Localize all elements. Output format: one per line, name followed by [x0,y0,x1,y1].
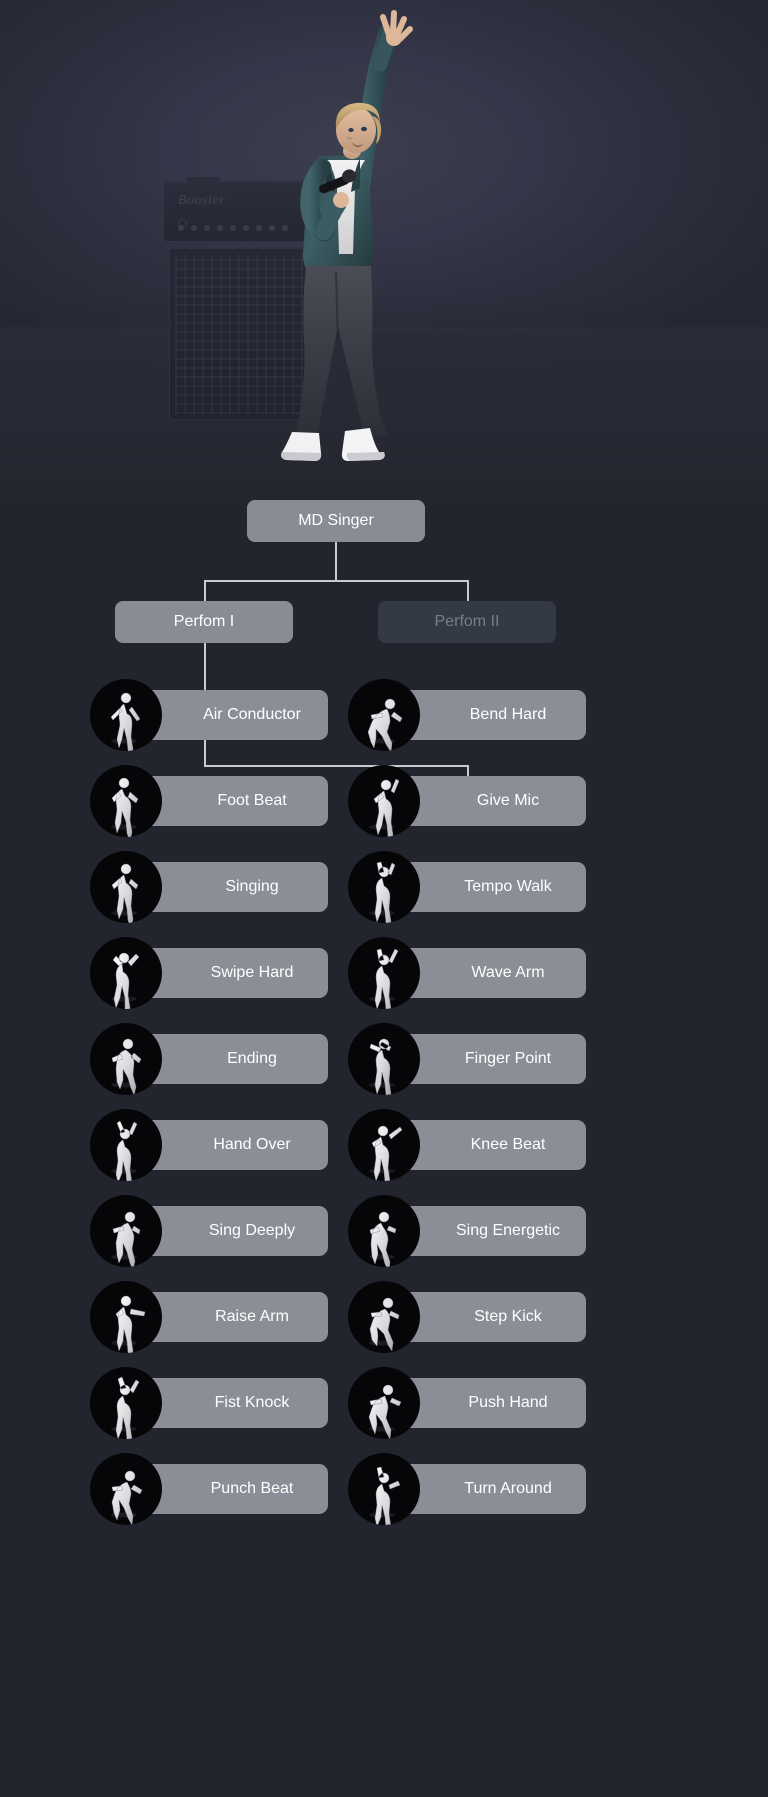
pose-wave-arm-icon[interactable] [348,937,420,1009]
action-button-raise-arm[interactable]: Raise Arm [90,1281,328,1353]
pose-finger-point-icon[interactable] [348,1023,420,1095]
tree-node-perfom-2-label: Perfom II [434,613,500,630]
action-button-ending[interactable]: Ending [90,1023,328,1095]
action-button-finger-point[interactable]: Finger Point [348,1023,586,1095]
action-label: Fist Knock [214,1394,290,1411]
action-label: Singing [225,878,279,895]
action-button-push-hand[interactable]: Push Hand [348,1367,586,1439]
action-button-sing-deeply[interactable]: Sing Deeply [90,1195,328,1267]
action-button-tempo-walk[interactable]: Tempo Walk [348,851,586,923]
pose-sing-deeply-icon[interactable] [90,1195,162,1267]
action-row: Foot Beat Give Mic [0,765,768,837]
action-row: Air Conductor Bend Hard [0,679,768,751]
pose-turn-around-icon[interactable] [348,1453,420,1525]
pose-push-hand-icon[interactable] [348,1367,420,1439]
tree-node-root[interactable]: MD Singer [247,500,425,542]
action-label: Ending [227,1050,277,1067]
connector-root-down [335,542,337,580]
pose-give-mic-icon[interactable] [348,765,420,837]
action-label: Sing Energetic [455,1222,561,1239]
action-label: Hand Over [213,1136,291,1153]
action-label: Step Kick [474,1308,542,1325]
action-label: Punch Beat [210,1480,294,1497]
action-label: Bend Hard [469,706,547,723]
pose-ending-icon[interactable] [90,1023,162,1095]
action-label: Turn Around [464,1480,552,1497]
action-row: Sing Deeply Sing Energetic [0,1195,768,1267]
action-button-turn-around[interactable]: Turn Around [348,1453,586,1525]
skill-tree-panel: MD Singer Perfom I Perfom II Air Conduct… [0,470,768,1797]
amplifier-brand-label: Booster [178,193,226,208]
action-button-swipe-hard[interactable]: Swipe Hard [90,937,328,1009]
pose-foot-beat-icon[interactable] [90,765,162,837]
action-button-step-kick[interactable]: Step Kick [348,1281,586,1353]
action-button-fist-knock[interactable]: Fist Knock [90,1367,328,1439]
action-label: Push Hand [468,1394,548,1411]
tree-node-perfom-1-label: Perfom I [173,613,235,630]
action-button-give-mic[interactable]: Give Mic [348,765,586,837]
hero-preview: Booster [0,0,768,500]
pose-fist-knock-icon[interactable] [90,1367,162,1439]
tree-node-root-label: MD Singer [298,512,374,529]
action-label: Raise Arm [215,1308,289,1325]
pose-hand-over-icon[interactable] [90,1109,162,1181]
action-label: Air Conductor [203,706,301,723]
action-row: Fist Knock Push Hand [0,1367,768,1439]
action-button-hand-over[interactable]: Hand Over [90,1109,328,1181]
stage-background: Booster [0,0,768,500]
action-label: Finger Point [464,1050,552,1067]
pose-swipe-hard-icon[interactable] [90,937,162,1009]
action-label: Tempo Walk [464,878,552,895]
action-button-punch-beat[interactable]: Punch Beat [90,1453,328,1525]
action-row: Raise Arm Step Kick [0,1281,768,1353]
action-label: Foot Beat [217,792,287,809]
singer-figure-icon [281,10,413,461]
action-label: Sing Deeply [208,1222,296,1239]
action-button-singing[interactable]: Singing [90,851,328,923]
action-button-knee-beat[interactable]: Knee Beat [348,1109,586,1181]
pose-singing-icon[interactable] [90,851,162,923]
app-root: Booster MD Singer Perfom I Perfom II Air… [0,0,768,1797]
pose-air-conductor-icon[interactable] [90,679,162,751]
action-button-wave-arm[interactable]: Wave Arm [348,937,586,1009]
action-button-foot-beat[interactable]: Foot Beat [90,765,328,837]
tree-node-perfom-1[interactable]: Perfom I [115,601,293,643]
action-button-sing-energetic[interactable]: Sing Energetic [348,1195,586,1267]
action-label: Knee Beat [470,1136,546,1153]
action-button-air-conductor[interactable]: Air Conductor [90,679,328,751]
pose-punch-beat-icon[interactable] [90,1453,162,1525]
action-row: Swipe Hard Wave Arm [0,937,768,1009]
pose-bend-hard-icon[interactable] [348,679,420,751]
pose-raise-arm-icon[interactable] [90,1281,162,1353]
pose-step-kick-icon[interactable] [348,1281,420,1353]
connector-branch-bus [204,580,469,582]
action-row: Ending Finger Point [0,1023,768,1095]
action-label: Give Mic [476,792,540,809]
pose-tempo-walk-icon[interactable] [348,851,420,923]
action-row: Hand Over Knee Beat [0,1109,768,1181]
action-row: Punch Beat Turn Around [0,1453,768,1525]
action-label: Swipe Hard [210,964,294,981]
singer-character [248,8,428,478]
pose-sing-energetic-icon[interactable] [348,1195,420,1267]
action-button-bend-hard[interactable]: Bend Hard [348,679,586,751]
pose-knee-beat-icon[interactable] [348,1109,420,1181]
tree-node-perfom-2[interactable]: Perfom II [378,601,556,643]
action-row: Singing Tempo Walk [0,851,768,923]
action-label: Wave Arm [471,964,545,981]
